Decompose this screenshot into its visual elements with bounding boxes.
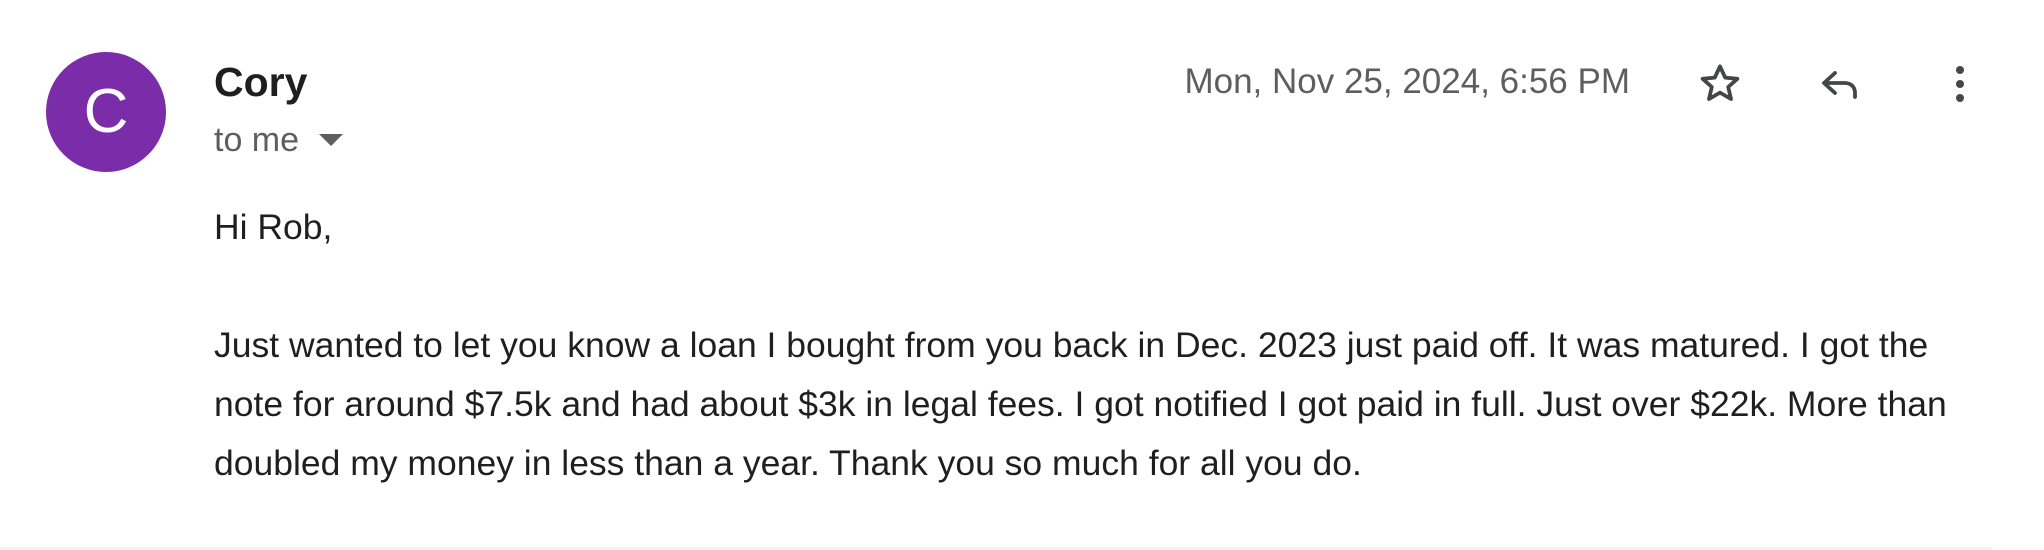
message-body: Hi Rob, Just wanted to let you know a lo… — [214, 198, 1984, 493]
recipient-label: to me — [214, 121, 300, 159]
sender-avatar[interactable]: C — [46, 52, 166, 172]
avatar-letter: C — [83, 77, 129, 146]
star-outline-icon — [1700, 64, 1740, 101]
sender-name[interactable]: Cory — [214, 58, 307, 106]
reply-button[interactable] — [1808, 52, 1872, 116]
recipient-details-toggle[interactable]: to me — [214, 118, 344, 162]
caret-down-icon — [319, 134, 344, 146]
reply-icon — [1822, 71, 1857, 99]
message-paragraph: Just wanted to let you know a loan I bou… — [214, 325, 1947, 483]
more-options-button[interactable] — [1928, 52, 1992, 116]
message-greeting: Hi Rob, — [214, 207, 333, 247]
star-button[interactable] — [1688, 52, 1752, 116]
email-message: C Cory to me Mon, Nov 25, 2024, 6:56 PM … — [0, 0, 2044, 550]
more-vertical-icon — [1956, 66, 1964, 102]
message-timestamp: Mon, Nov 25, 2024, 6:56 PM — [1184, 62, 1630, 101]
